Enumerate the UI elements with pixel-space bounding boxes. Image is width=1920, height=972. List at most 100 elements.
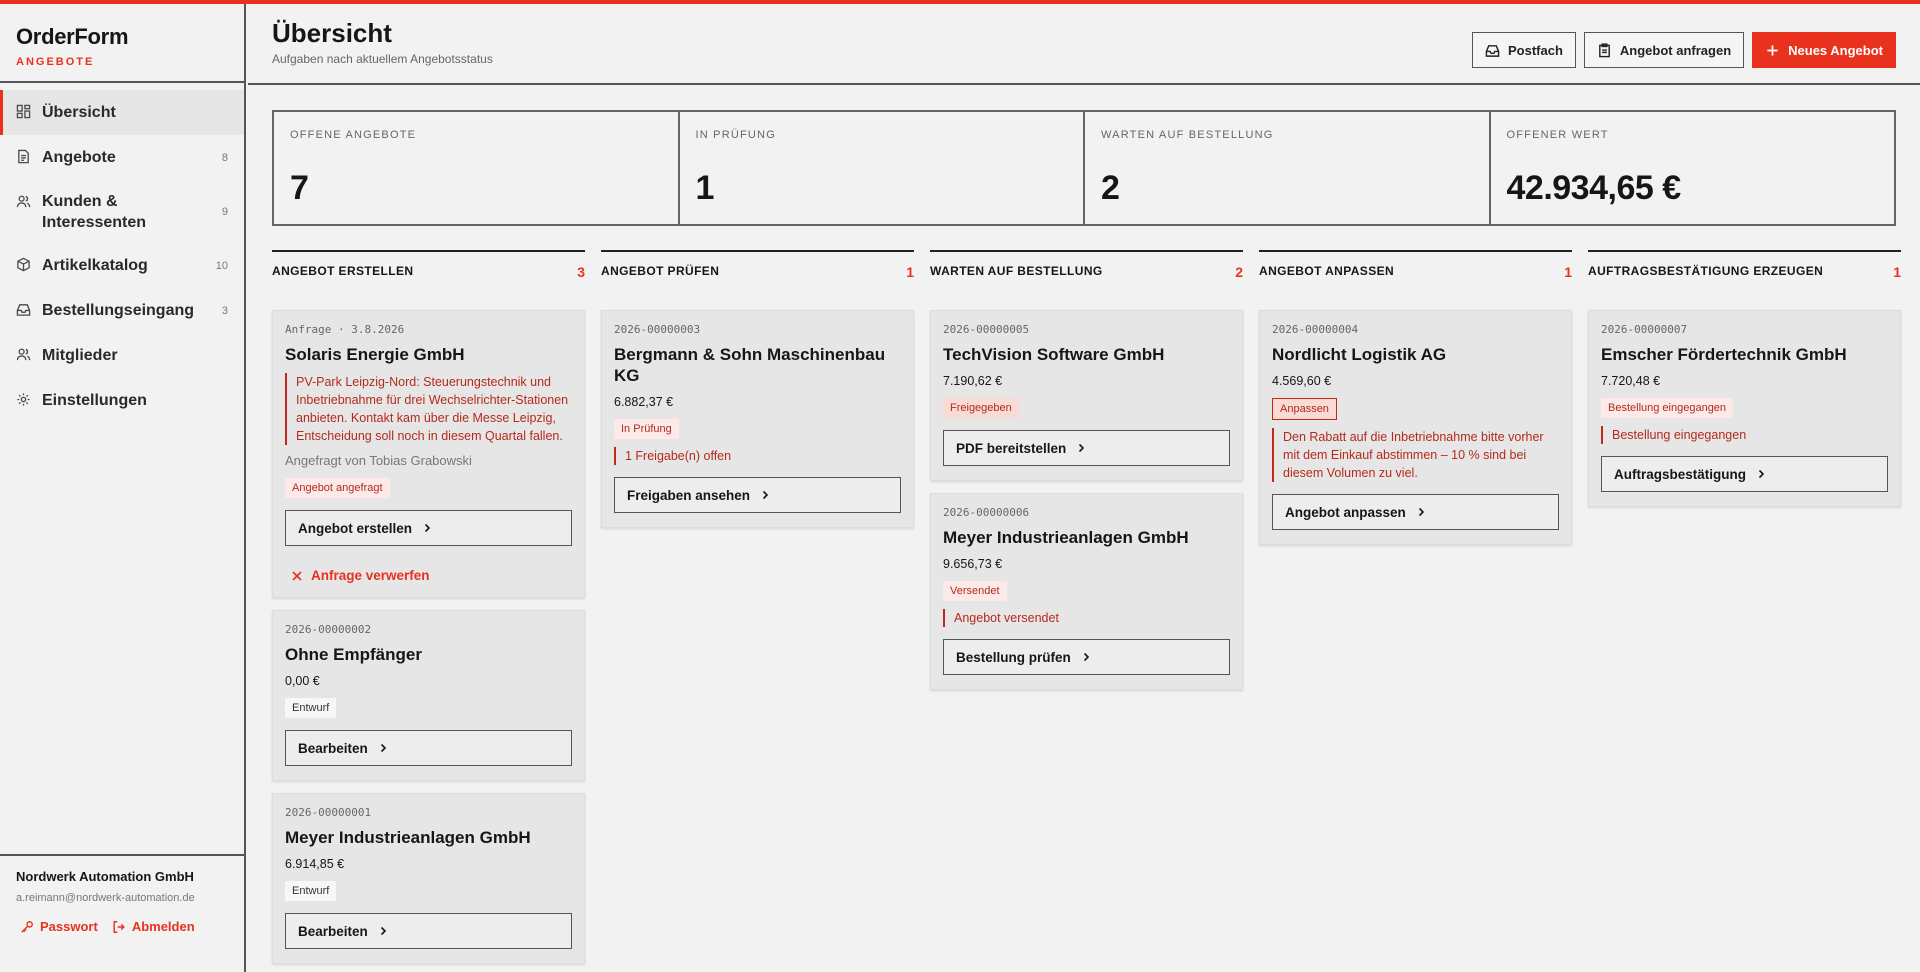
- brand-name: OrderForm: [16, 24, 129, 49]
- status-badge: Entwurf: [285, 698, 337, 718]
- card-id: 2026-00000003: [614, 323, 701, 336]
- stat-in-review: IN PRÜFUNG 1: [680, 112, 1085, 224]
- kanban-board: ANGEBOT ERSTELLEN 3 Anfrage · 3.8.2026 S…: [272, 250, 1901, 972]
- card-title: Emscher Fördertechnik GmbH: [1601, 345, 1847, 364]
- adjust-quote-button[interactable]: Angebot anpassen: [1272, 494, 1559, 530]
- card-amount: 7.190,62 €: [943, 374, 1003, 388]
- status-badge: Versendet: [943, 581, 1007, 601]
- password-label: Passwort: [40, 919, 98, 934]
- sidebar-item-count: 3: [221, 304, 228, 317]
- column-count: 3: [577, 264, 585, 280]
- card-requested-by: Angefragt von Tobias Grabowski: [285, 453, 472, 468]
- page-subtitle: Aufgaben nach aktuellem Angebotsstatus: [272, 52, 493, 66]
- key-icon: [21, 920, 33, 933]
- reject-request-button[interactable]: Anfrage verwerfen: [285, 568, 572, 583]
- sidebar-item-kunden[interactable]: Kunden & Interessenten 9: [0, 180, 244, 243]
- create-quote-button[interactable]: Angebot erstellen: [285, 510, 572, 546]
- card-title: Ohne Empfänger: [285, 645, 422, 664]
- card-note: 1 Freigabe(n) offen: [614, 447, 901, 465]
- quote-card[interactable]: 2026-00000001 Meyer Industrieanlagen Gmb…: [272, 793, 585, 964]
- sidebar-item-label: Angebote: [42, 149, 116, 166]
- card-amount: 4.569,60 €: [1272, 374, 1332, 388]
- view-approvals-button[interactable]: Freigaben ansehen: [614, 477, 901, 513]
- sidebar-item-label: Übersicht: [42, 104, 116, 121]
- check-order-button[interactable]: Bestellung prüfen: [943, 639, 1230, 675]
- sidebar-nav: Übersicht Angebote 8 Kunden & Interessen…: [0, 83, 244, 423]
- quote-card[interactable]: 2026-00000007 Emscher Fördertechnik GmbH…: [1588, 310, 1901, 507]
- chevron-right-icon: [380, 926, 386, 936]
- password-link[interactable]: Passwort: [20, 919, 98, 934]
- card-amount: 0,00 €: [285, 674, 320, 688]
- chevron-right-icon: [1758, 469, 1765, 479]
- column-auftragsbestaetigung: AUFTRAGSBESTÄTIGUNG ERZEUGEN 1 2026-0000…: [1588, 250, 1901, 972]
- column-count: 1: [1564, 264, 1572, 280]
- card-id: 2026-00000007: [1601, 323, 1688, 336]
- sidebar-item-label: Einstellungen: [42, 392, 147, 409]
- inbox-button-label: Postfach: [1508, 42, 1563, 58]
- card-title: Meyer Industrieanlagen GmbH: [943, 528, 1189, 547]
- plus-icon: [1767, 44, 1778, 56]
- new-quote-label: Neues Angebot: [1788, 42, 1883, 58]
- card-note: Bestellung eingegangen: [1601, 426, 1888, 444]
- column-count: 1: [1893, 264, 1901, 280]
- sidebar-item-angebote[interactable]: Angebote 8: [0, 135, 244, 180]
- card-id: 2026-00000006: [943, 506, 1030, 519]
- quote-card[interactable]: 2026-00000006 Meyer Industrieanlagen Gmb…: [930, 493, 1243, 690]
- card-amount: 9.656,73 €: [943, 557, 1003, 571]
- status-badge: Bestellung eingegangen: [1601, 398, 1734, 418]
- edit-button[interactable]: Bearbeiten: [285, 730, 572, 766]
- column-angebot-anpassen: ANGEBOT ANPASSEN 1 2026-00000004 Nordlic…: [1259, 250, 1572, 972]
- edit-button[interactable]: Bearbeiten: [285, 913, 572, 949]
- status-badge: Entwurf: [285, 881, 337, 901]
- column-angebot-erstellen: ANGEBOT ERSTELLEN 3 Anfrage · 3.8.2026 S…: [272, 250, 585, 972]
- button-label: Angebot erstellen: [298, 520, 413, 536]
- sidebar-item-einstellungen[interactable]: Einstellungen: [0, 378, 244, 423]
- chevron-right-icon: [380, 743, 386, 753]
- sidebar-item-bestellungseingang[interactable]: Bestellungseingang 3: [0, 288, 244, 333]
- chevron-right-icon: [1418, 507, 1424, 517]
- sidebar-item-uebersicht[interactable]: Übersicht: [0, 90, 244, 135]
- inbox-button[interactable]: Postfach: [1472, 32, 1576, 68]
- new-quote-button[interactable]: Neues Angebot: [1752, 32, 1896, 68]
- status-badge: In Prüfung: [614, 419, 679, 439]
- card-title: Nordlicht Logistik AG: [1272, 345, 1447, 364]
- card-id: 2026-00000004: [1272, 323, 1359, 336]
- users-icon: [16, 194, 34, 212]
- sidebar-item-mitglieder[interactable]: Mitglieder: [0, 333, 244, 378]
- stat-open-quotes: OFFENE ANGEBOTE 7: [274, 112, 680, 224]
- column-title: AUFTRAGSBESTÄTIGUNG ERZEUGEN: [1588, 264, 1824, 278]
- button-label: Bearbeiten: [298, 740, 368, 756]
- quote-card[interactable]: 2026-00000002 Ohne Empfänger 0,00 € Entw…: [272, 610, 585, 781]
- quote-card[interactable]: 2026-00000005 TechVision Software GmbH 7…: [930, 310, 1243, 481]
- button-label: PDF bereitstellen: [956, 440, 1067, 456]
- chevron-right-icon: [424, 523, 431, 533]
- sidebar-item-count: 8: [221, 151, 228, 164]
- stat-value: 2: [1101, 169, 1120, 207]
- request-quote-label: Angebot anfragen: [1619, 42, 1732, 58]
- column-angebot-pruefen: ANGEBOT PRÜFEN 1 2026-00000003 Bergmann …: [601, 250, 914, 972]
- stat-open-value: OFFENER WERT 42.934,65 €: [1491, 112, 1895, 224]
- stat-value: 7: [290, 169, 309, 207]
- sidebar-item-artikelkatalog[interactable]: Artikelkatalog 10: [0, 243, 244, 288]
- stat-value: 42.934,65 €: [1506, 169, 1682, 207]
- account-company: Nordwerk Automation GmbH: [16, 869, 194, 884]
- card-id: 2026-00000002: [285, 623, 372, 636]
- column-title: WARTEN AUF BESTELLUNG: [930, 264, 1103, 278]
- members-icon: [16, 347, 34, 365]
- column-count: 1: [906, 264, 914, 280]
- column-title: ANGEBOT PRÜFEN: [601, 264, 720, 278]
- chevron-right-icon: [1083, 652, 1089, 662]
- quote-card[interactable]: 2026-00000003 Bergmann & Sohn Maschinenb…: [601, 310, 914, 528]
- provide-pdf-button[interactable]: PDF bereitstellen: [943, 430, 1230, 466]
- order-confirmation-button[interactable]: Auftragsbestätigung: [1601, 456, 1888, 492]
- quote-card[interactable]: 2026-00000004 Nordlicht Logistik AG 4.56…: [1259, 310, 1572, 545]
- card-note: Den Rabatt auf die Inbetriebnahme bitte …: [1272, 428, 1559, 482]
- reject-label: Anfrage verwerfen: [311, 568, 430, 583]
- card-id: 2026-00000005: [943, 323, 1030, 336]
- column-title: ANGEBOT ANPASSEN: [1259, 264, 1395, 278]
- quote-card[interactable]: Anfrage · 3.8.2026 Solaris Energie GmbH …: [272, 310, 585, 598]
- logout-link[interactable]: Abmelden: [112, 919, 195, 934]
- status-badge: Anpassen: [1272, 398, 1337, 420]
- request-quote-button[interactable]: Angebot anfragen: [1583, 32, 1745, 68]
- column-warten-auf-bestellung: WARTEN AUF BESTELLUNG 2 2026-00000005 Te…: [930, 250, 1243, 972]
